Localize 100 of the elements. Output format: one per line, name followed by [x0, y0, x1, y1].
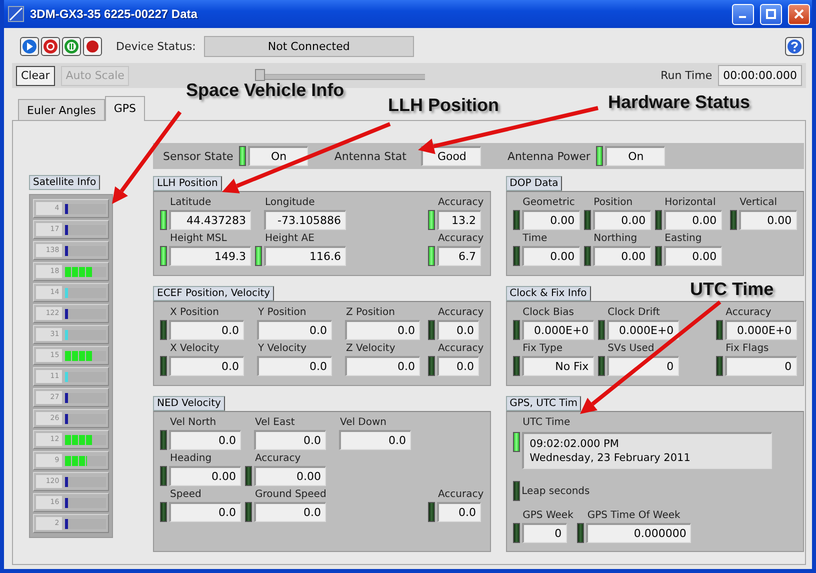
value-field: 0.00	[169, 466, 241, 486]
field-label: SVs Used	[606, 342, 656, 356]
value-field: No Fix	[522, 356, 594, 376]
tab[interactable]: GPS	[104, 96, 145, 121]
field-label: Height MSL	[169, 232, 228, 246]
utc-time-line: Wednesday, 23 February 2011	[530, 451, 692, 465]
value-field: 13.2	[437, 210, 481, 230]
close-button[interactable]	[788, 4, 810, 24]
device-status-label: Device Status:	[116, 40, 196, 53]
callout-label: UTC Time	[690, 279, 774, 300]
record-button[interactable]	[83, 37, 102, 56]
group-title: NED Velocity	[153, 396, 225, 411]
value-field: 0.0	[169, 502, 241, 522]
value-field: -73.105886	[264, 210, 346, 230]
group-title: LLH Position	[153, 176, 222, 191]
field-label: Clock Bias	[522, 306, 575, 320]
callout-label: LLH Position	[388, 95, 499, 116]
value-field: 0.000E+0	[606, 320, 679, 340]
field-label: Accuracy	[254, 452, 302, 466]
window-title: 3DM-GX3-35 6225-00227 Data	[30, 7, 198, 21]
value-field: 0.00	[592, 210, 651, 230]
field-label: Ground Speed	[254, 488, 326, 502]
value-field: 0.0	[437, 356, 479, 376]
value-field: 0.000000	[586, 523, 692, 543]
value-field: 0.00	[592, 246, 651, 266]
value-field: 0.00	[522, 210, 580, 230]
field-label: UTC Time	[522, 416, 572, 430]
run-time-field: 00:00:00.000	[718, 65, 802, 86]
field-label: Time	[522, 232, 548, 246]
value-field: 0.0	[437, 320, 479, 340]
field-label: Speed	[169, 488, 202, 502]
status-value: On	[605, 146, 666, 166]
value-field: 149.3	[169, 246, 251, 266]
field-label: Accuracy	[437, 488, 484, 502]
value-field: 44.437283	[169, 210, 251, 230]
maximize-button[interactable]	[760, 4, 782, 24]
value-field: 0	[522, 523, 567, 543]
field-label: Geometric	[522, 196, 576, 210]
callout-label: Hardware Status	[608, 92, 750, 113]
run-time-label: Run Time	[660, 69, 712, 82]
value-field: 0	[606, 356, 679, 376]
field-label: Clock Drift	[606, 306, 661, 320]
value-field: 0.00	[664, 246, 722, 266]
field-label: Accuracy	[437, 232, 484, 246]
value-field: 6.7	[437, 246, 481, 266]
toolbar-button[interactable]: Clear	[16, 66, 55, 86]
value-field: 0.0	[257, 356, 332, 376]
value-field: 0.0	[254, 502, 326, 522]
field-label: GPS Time Of Week	[586, 509, 682, 523]
field-label: Vertical	[738, 196, 778, 210]
group-title: Clock & Fix Info	[506, 286, 591, 301]
field-label: Accuracy	[724, 306, 772, 320]
field-label: Z Velocity	[345, 342, 396, 356]
value-field: 0.0	[345, 356, 420, 376]
value-field: 0.0	[339, 430, 411, 450]
group-title: DOP Data	[506, 176, 562, 191]
value-field: 0.0	[169, 356, 244, 376]
tab[interactable]: Euler Angles	[18, 99, 105, 120]
status-label: Antenna Stat	[334, 150, 406, 162]
slider-thumb[interactable]	[255, 68, 266, 80]
group-title: GPS, UTC Tim	[506, 396, 582, 411]
field-label: Fix Type	[522, 342, 564, 356]
minimize-button[interactable]	[732, 4, 754, 24]
field-label: Accuracy	[437, 306, 484, 320]
stop-button[interactable]	[41, 37, 60, 56]
leap-seconds-label: Leap seconds	[522, 486, 590, 496]
close-icon	[794, 9, 804, 19]
field-label: X Velocity	[169, 342, 220, 356]
maximize-icon	[766, 9, 776, 19]
play-button[interactable]	[20, 37, 39, 56]
utc-time-line: 09:02:02.000 PM	[530, 437, 620, 451]
field-label: Height AE	[264, 232, 316, 246]
help-icon[interactable]	[785, 37, 804, 56]
field-label: Fix Flags	[724, 342, 770, 356]
field-label: Vel Down	[339, 416, 388, 430]
field-label: X Position	[169, 306, 220, 320]
field-label: Horizontal	[664, 196, 717, 210]
pause-button[interactable]	[62, 37, 81, 56]
field-label: Northing	[592, 232, 638, 246]
value-field: 0.00	[254, 466, 326, 486]
field-label: Latitude	[169, 196, 212, 210]
app-icon	[8, 6, 24, 22]
field-label: Y Position	[257, 306, 308, 320]
field-label: Position	[592, 196, 634, 210]
value-field: 0.0	[169, 320, 244, 340]
value-field: 0.00	[738, 210, 797, 230]
field-label: Easting	[664, 232, 703, 246]
value-field: 0.000E+0	[522, 320, 594, 340]
group-title: Satellite Info	[29, 175, 100, 190]
value-field: 0.00	[664, 210, 722, 230]
status-label: Antenna Power	[507, 150, 590, 162]
callout-label: Space Vehicle Info	[186, 80, 344, 101]
field-label: Vel East	[254, 416, 296, 430]
field-label: Longitude	[264, 196, 316, 210]
value-field: 0.0	[169, 430, 241, 450]
value-field: 0.0	[257, 320, 332, 340]
field-label: Accuracy	[437, 196, 484, 210]
value-field: 0.0	[254, 430, 326, 450]
field-label: Y Velocity	[257, 342, 308, 356]
field-label: Heading	[169, 452, 213, 466]
